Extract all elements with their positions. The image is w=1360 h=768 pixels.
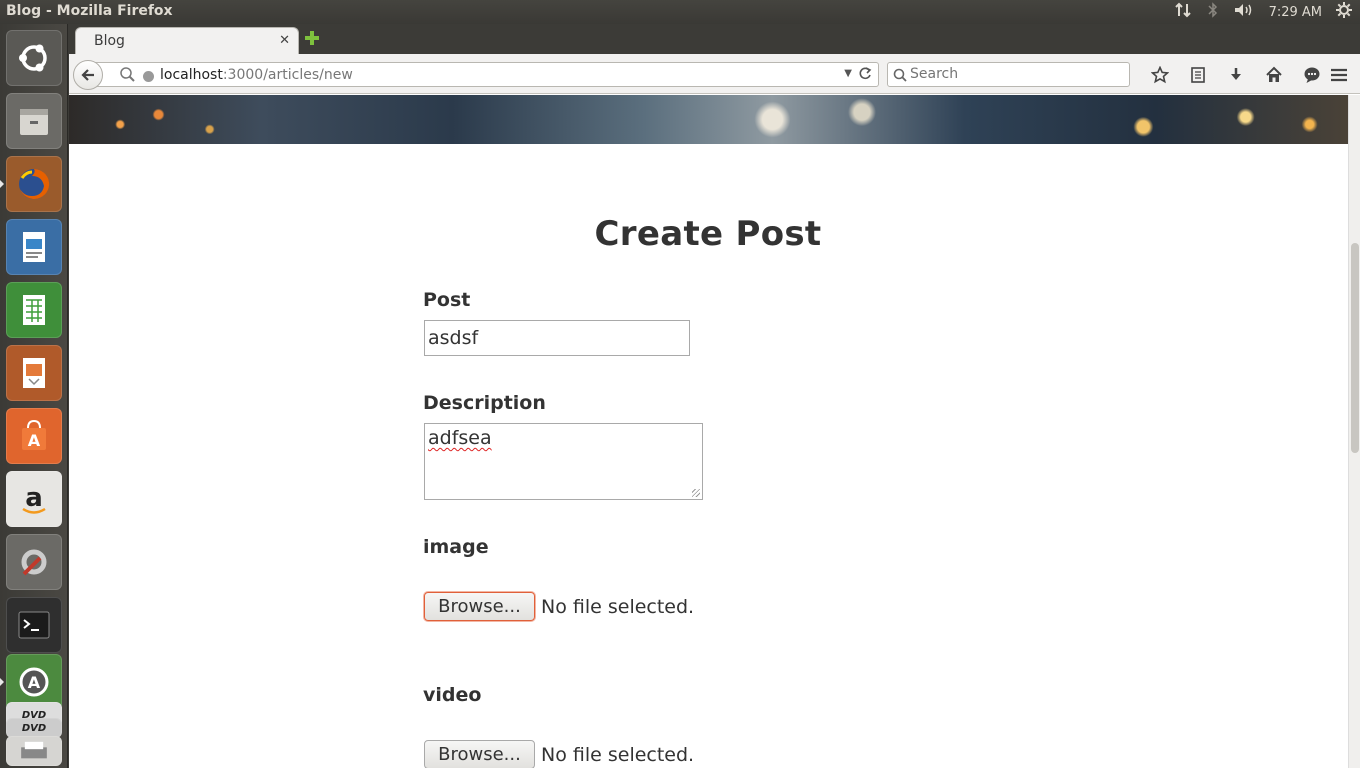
video-browse-button[interactable]: Browse...	[424, 740, 535, 768]
back-button[interactable]	[73, 60, 103, 90]
toolbar-icons	[1141, 62, 1331, 88]
clock[interactable]: 7:29 AM	[1269, 5, 1322, 20]
tab-blog[interactable]: Blog ✕	[75, 27, 299, 55]
page-title: Create Post	[594, 214, 822, 254]
svg-text:A: A	[28, 431, 41, 450]
video-file-status: No file selected.	[541, 743, 695, 766]
launcher: A a A DVD DVD	[0, 24, 68, 768]
nav-bar: localhost:3000/articles/new ▼	[69, 54, 1360, 94]
page-content: Create Post Post Description adfsea imag…	[69, 95, 1348, 768]
system-tray: 7:29 AM	[1174, 2, 1352, 22]
reload-icon[interactable]	[858, 66, 872, 86]
running-indicator	[0, 678, 4, 686]
svg-text:A: A	[28, 673, 41, 692]
terminal-icon[interactable]	[6, 597, 62, 653]
description-value: adfsea	[428, 427, 492, 449]
dropdown-icon[interactable]: ▼	[844, 68, 852, 79]
network-icon[interactable]	[1174, 2, 1193, 22]
search-bar[interactable]	[887, 62, 1130, 87]
bookmark-star-icon[interactable]	[1141, 62, 1179, 88]
running-indicator	[0, 180, 4, 188]
url-text[interactable]: localhost:3000/articles/new	[160, 67, 353, 83]
url-bar[interactable]: localhost:3000/articles/new ▼	[87, 62, 879, 87]
window-title: Blog - Mozilla Firefox	[6, 3, 173, 19]
close-icon[interactable]: ✕	[279, 33, 290, 48]
hamburger-menu-icon[interactable]	[1326, 62, 1352, 88]
file-cabinet-icon[interactable]	[6, 93, 62, 149]
url-path: :3000/articles/new	[222, 67, 353, 83]
image-file-input: Browse... No file selected.	[424, 592, 694, 621]
home-icon[interactable]	[1255, 62, 1293, 88]
firefox-icon[interactable]	[6, 156, 62, 212]
back-arrow-icon	[81, 69, 94, 81]
search-icon	[893, 67, 907, 86]
gear-icon[interactable]	[1336, 2, 1352, 22]
software-center-icon[interactable]: A	[6, 408, 62, 464]
description-label: Description	[423, 392, 546, 414]
image-browse-button[interactable]: Browse...	[424, 592, 535, 621]
new-tab-icon[interactable]	[303, 29, 321, 47]
search-input[interactable]	[910, 66, 1120, 82]
image-label: image	[423, 536, 489, 558]
post-input[interactable]	[424, 320, 690, 356]
settings-icon[interactable]	[6, 534, 62, 590]
calc-icon[interactable]	[6, 282, 62, 338]
printer-icon[interactable]	[6, 736, 62, 766]
scrollbar-thumb[interactable]	[1351, 243, 1359, 453]
top-panel: Blog - Mozilla Firefox 7:29 AM	[0, 0, 1360, 24]
video-file-input: Browse... No file selected.	[424, 740, 694, 768]
bluetooth-icon[interactable]	[1207, 2, 1219, 22]
ubuntu-logo-icon[interactable]	[6, 30, 62, 86]
download-icon[interactable]	[1217, 62, 1255, 88]
reading-list-icon[interactable]	[1179, 62, 1217, 88]
amazon-icon[interactable]: a	[6, 471, 62, 527]
identity-icon[interactable]	[118, 65, 136, 87]
description-textarea[interactable]: adfsea	[424, 423, 703, 500]
post-label: Post	[423, 289, 471, 311]
vertical-scrollbar[interactable]	[1348, 95, 1360, 768]
writer-icon[interactable]	[6, 219, 62, 275]
volume-icon[interactable]	[1233, 2, 1255, 22]
impress-icon[interactable]	[6, 345, 62, 401]
url-host: localhost	[160, 67, 223, 83]
video-label: video	[423, 684, 482, 706]
image-file-status: No file selected.	[541, 595, 695, 618]
firefox-window: Blog ✕ localhost:3000/articles/new ▼ Sea…	[69, 24, 1360, 768]
tab-bar: Blog ✕	[69, 24, 1360, 55]
header-banner-image	[69, 95, 1348, 144]
dvd-icon[interactable]: DVD	[6, 718, 62, 738]
globe-icon	[142, 68, 155, 87]
svg-text:a: a	[25, 483, 43, 513]
resize-grip-icon[interactable]	[692, 489, 700, 497]
tab-title: Blog	[94, 33, 125, 49]
